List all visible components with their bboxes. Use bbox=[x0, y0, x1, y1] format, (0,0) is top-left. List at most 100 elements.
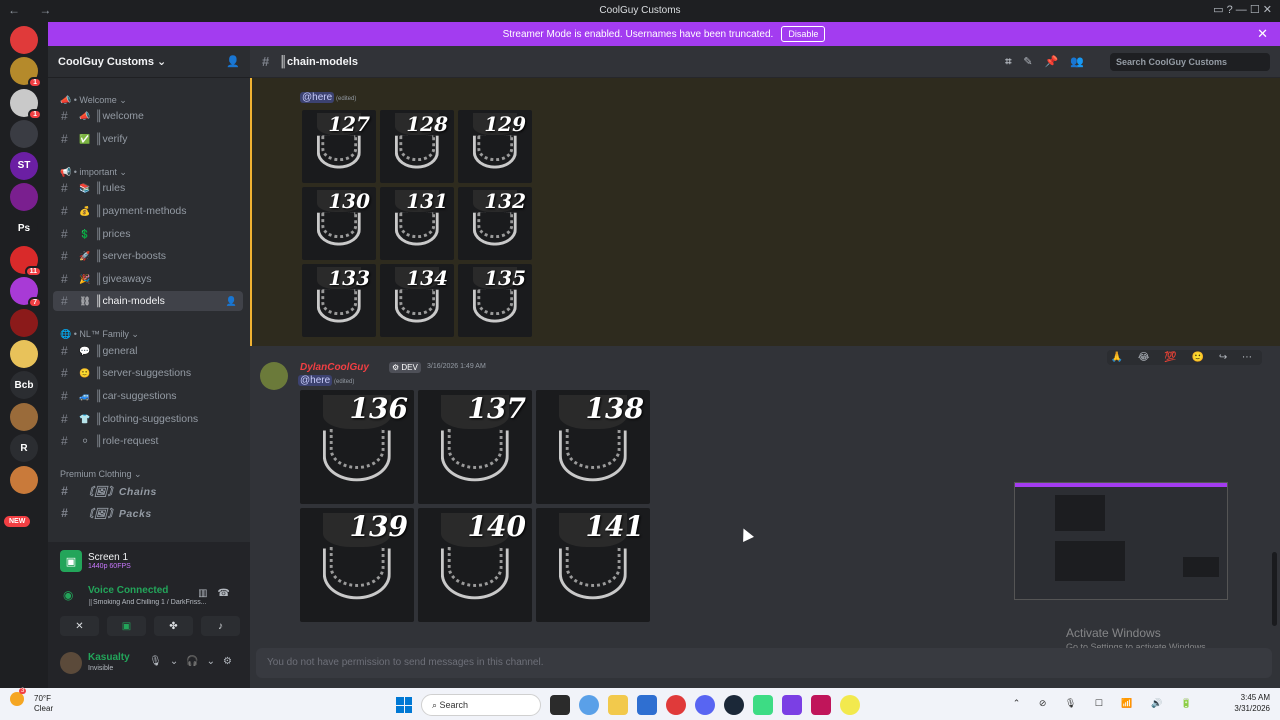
channel-category[interactable]: 📣 • Welcome ⌄ bbox=[60, 95, 127, 106]
stream-preview[interactable] bbox=[1014, 482, 1228, 600]
channel-item[interactable]: # 💲 ║prices bbox=[53, 224, 243, 244]
windows-start-icon[interactable] bbox=[396, 697, 412, 713]
chain-image[interactable]: 134 bbox=[380, 264, 454, 337]
channel-item[interactable]: # 🎉 ║giveaways bbox=[53, 269, 243, 289]
channel-category[interactable]: 🌐 • NL™ Family ⌄ bbox=[60, 329, 139, 340]
acrobat-icon[interactable] bbox=[811, 695, 831, 715]
channel-item[interactable]: # 💬 ║general bbox=[53, 341, 243, 361]
server-icon[interactable]: Bcb bbox=[10, 371, 38, 400]
chain-image[interactable]: 138 bbox=[536, 390, 650, 504]
channel-item[interactable]: # 🚙 ║car-suggestions bbox=[53, 386, 243, 406]
disable-button[interactable]: Disable bbox=[781, 26, 826, 42]
model-number: 129 bbox=[484, 112, 526, 136]
opera-icon[interactable] bbox=[666, 695, 686, 715]
chain-image[interactable]: 136 bbox=[300, 390, 414, 504]
camera-button[interactable]: ✕ bbox=[60, 616, 99, 636]
server-header[interactable]: CoolGuy Customs ⌄ 👤 bbox=[48, 46, 250, 78]
window-title: CoolGuy Customs bbox=[599, 5, 681, 16]
copilot-icon[interactable] bbox=[579, 695, 599, 715]
voice-status[interactable]: Voice Connected bbox=[88, 585, 168, 596]
server-icon[interactable] bbox=[10, 120, 38, 149]
channel-item[interactable]: # 〘🖼〙Packs bbox=[53, 503, 243, 523]
chain-image[interactable]: 141 bbox=[536, 508, 650, 622]
system-tray[interactable]: ⌃ ⊘ 🎙 ☐ 📶 🔊 🔋 bbox=[1013, 698, 1200, 709]
channel-item[interactable]: # ✅ ║verify bbox=[53, 129, 243, 149]
channel-item[interactable]: # 💰 ║payment-methods bbox=[53, 201, 243, 221]
server-icon[interactable] bbox=[10, 465, 38, 494]
chain-image[interactable]: 135 bbox=[458, 264, 532, 337]
taskbar-search[interactable]: ⌕ Search bbox=[421, 694, 541, 716]
chain-image[interactable]: 133 bbox=[302, 264, 376, 337]
server-icon[interactable] bbox=[10, 340, 38, 368]
server-label: R bbox=[20, 442, 28, 454]
channel-category[interactable]: 📢 • important ⌄ bbox=[60, 167, 127, 178]
channel-item[interactable]: # 📚 ║rules bbox=[53, 178, 243, 198]
task-view-icon[interactable] bbox=[550, 695, 570, 715]
discord-icon[interactable] bbox=[695, 695, 715, 715]
channel-item[interactable]: # 👕 ║clothing-suggestions bbox=[53, 409, 243, 429]
mention-badge: 1 bbox=[28, 77, 42, 89]
chain-image[interactable]: 128 bbox=[380, 110, 454, 183]
scrollbar[interactable] bbox=[1272, 552, 1277, 626]
close-icon[interactable]: ✕ bbox=[1257, 26, 1268, 42]
server-icon[interactable]: ST bbox=[10, 151, 38, 180]
channel-item[interactable]: # ⛓ ║chain-models 👤 bbox=[53, 291, 243, 311]
disconnect-icon[interactable]: ▥☎ bbox=[198, 588, 240, 599]
server-icon[interactable] bbox=[10, 183, 38, 211]
search-input[interactable]: Search CoolGuy Customs bbox=[1110, 53, 1270, 71]
weather-widget[interactable]: 3 70°F Clear bbox=[10, 688, 53, 713]
file-explorer-icon[interactable] bbox=[608, 695, 628, 715]
add-member-icon[interactable]: 👤 bbox=[226, 55, 240, 68]
header-tools[interactable]: ⌗✎📌👥 bbox=[1005, 55, 1096, 69]
chain-image[interactable]: 132 bbox=[458, 187, 532, 260]
chain-image[interactable]: 129 bbox=[458, 110, 532, 183]
channel-emoji: ⚪ bbox=[81, 435, 89, 446]
server-icon[interactable]: R bbox=[10, 434, 38, 463]
server-icon[interactable] bbox=[10, 402, 38, 431]
chain-image[interactable]: 139 bbox=[300, 508, 414, 622]
add-member-icon[interactable]: 👤 bbox=[226, 296, 237, 307]
app-icon[interactable] bbox=[782, 695, 802, 715]
channel-item[interactable]: # 🚀 ║server-boosts bbox=[53, 246, 243, 266]
user-info[interactable]: Kasualty Invisible 🎙⌄🎧⌄⚙ bbox=[60, 650, 240, 678]
server-icon[interactable]: Ps bbox=[10, 214, 38, 243]
chain-image[interactable]: 130 bbox=[302, 187, 376, 260]
android-icon[interactable] bbox=[753, 695, 773, 715]
norton-icon[interactable] bbox=[840, 695, 860, 715]
user-controls[interactable]: 🎙⌄🎧⌄⚙ bbox=[149, 656, 240, 667]
reaction-bar[interactable]: 🙏 😂 💯 🙂 ↪ ⋯ bbox=[1106, 350, 1262, 365]
window-controls[interactable]: ▭ ? — ☐ ✕ bbox=[1213, 3, 1272, 16]
channel-category[interactable]: Premium Clothing ⌄ bbox=[60, 469, 142, 480]
chain-image[interactable]: 131 bbox=[380, 187, 454, 260]
channel-item[interactable]: # 📣 ║welcome bbox=[53, 106, 243, 126]
model-number: 133 bbox=[328, 266, 370, 290]
server-icon[interactable]: 1 bbox=[10, 88, 42, 120]
screen-share-row[interactable]: ▣ Screen 1 1440p 60FPS bbox=[60, 548, 240, 574]
hash-icon: # bbox=[61, 227, 68, 241]
stream-button[interactable]: ▣ bbox=[107, 616, 146, 636]
channel-label: ║payment-methods bbox=[95, 205, 187, 217]
chain-image[interactable]: 140 bbox=[418, 508, 532, 622]
channel-item[interactable]: # ⚪ ║role-request bbox=[53, 431, 243, 451]
mention-here[interactable]: @here bbox=[300, 92, 335, 103]
server-icon[interactable] bbox=[10, 26, 38, 54]
channel-item[interactable]: # 🙂 ║server-suggestions bbox=[53, 363, 243, 383]
voice-channel[interactable]: ║Smoking And Chilling 1 / DarkFriss... bbox=[88, 599, 208, 606]
server-icon[interactable] bbox=[10, 308, 38, 337]
hash-icon: # bbox=[61, 366, 68, 380]
soundboard-button[interactable]: ♪ bbox=[201, 616, 240, 636]
server-icon[interactable]: 11 bbox=[10, 245, 42, 277]
channel-item[interactable]: # 〘🖼〙Chains bbox=[53, 481, 243, 501]
activities-button[interactable]: ✤ bbox=[154, 616, 193, 636]
mention-here[interactable]: @here bbox=[298, 375, 333, 386]
author-avatar[interactable] bbox=[260, 362, 288, 390]
clock[interactable]: 3:45 AM 3/31/2026 bbox=[1234, 692, 1270, 714]
server-icon[interactable]: 7 bbox=[10, 277, 42, 309]
steam-icon[interactable] bbox=[724, 695, 744, 715]
server-icon[interactable]: 1 bbox=[10, 57, 42, 89]
chain-image[interactable]: 137 bbox=[418, 390, 532, 504]
channel-label: ║server-boosts bbox=[95, 250, 167, 262]
store-icon[interactable] bbox=[637, 695, 657, 715]
chain-image[interactable]: 127 bbox=[302, 110, 376, 183]
author-name[interactable]: DylanCoolGuy bbox=[300, 362, 369, 373]
